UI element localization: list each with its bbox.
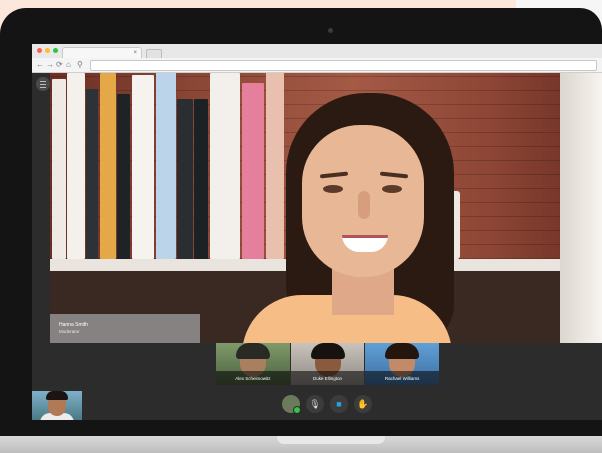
main-video[interactable]: Hanna Smith Moderator (50, 73, 602, 343)
browser-tab[interactable]: × (62, 47, 142, 58)
laptop-screen: × ← → ⟳ ⌂ ⚲ Hanna Smith Moderator Alex S… (32, 44, 602, 420)
reload-icon[interactable]: ⟳ (56, 59, 63, 71)
laptop-bezel: × ← → ⟳ ⌂ ⚲ Hanna Smith Moderator Alex S… (0, 8, 602, 436)
book (67, 73, 85, 259)
participant-name: Alex Scheimowitz (216, 371, 290, 385)
speaker-caption: Hanna Smith Moderator (50, 314, 200, 343)
speaker-name: Hanna Smith (59, 322, 88, 328)
book (266, 73, 284, 259)
book (117, 94, 130, 259)
speaker-eye (382, 185, 402, 193)
self-view-hair (46, 391, 68, 400)
book (156, 73, 176, 259)
book (86, 89, 98, 259)
tab-close-icon[interactable]: × (133, 50, 137, 56)
participant-tile[interactable]: Duke Ellington (290, 343, 365, 385)
participant-name: Duke Ellington (290, 371, 365, 385)
book (210, 73, 240, 259)
self-view-video[interactable] (32, 391, 82, 420)
browser-tab-bar: × (32, 44, 602, 59)
microphone-off-icon[interactable]: 🎙 (306, 395, 324, 413)
maximize-window-button[interactable] (53, 48, 58, 53)
hand-raise-icon[interactable]: ✋ (354, 395, 372, 413)
participant-hair (310, 343, 345, 359)
window-controls (37, 48, 58, 53)
book (242, 83, 264, 259)
shelf-upright (560, 73, 602, 343)
minimize-window-button[interactable] (45, 48, 50, 53)
address-bar[interactable] (90, 60, 597, 71)
participant-hair (236, 343, 270, 359)
participant-tile[interactable]: Alex Scheimowitz (216, 343, 290, 385)
laptop-notch (277, 436, 385, 444)
participant-hair (385, 343, 420, 359)
avatar-icon[interactable] (282, 395, 301, 414)
participant-strip: Alex Scheimowitz Duke Ellington Rachael … (216, 343, 440, 385)
home-icon[interactable]: ⌂ (66, 59, 71, 71)
speaker-nose (358, 191, 370, 219)
webcam-dot (328, 28, 333, 33)
book (100, 73, 116, 259)
participant-name: Rachael Williams (365, 371, 440, 385)
call-controls: 🎙 ■ ✋ (282, 395, 372, 414)
speaker-role: Moderator (59, 329, 80, 334)
video-call-app: Hanna Smith Moderator Alex Scheimowitz D… (32, 73, 602, 420)
menu-button[interactable] (36, 77, 50, 91)
back-arrow-icon[interactable]: ← (36, 59, 44, 71)
book (52, 79, 66, 259)
book (177, 99, 193, 259)
close-window-button[interactable] (37, 48, 42, 53)
speaker-eye (323, 185, 343, 193)
online-status-dot (293, 406, 301, 414)
browser-toolbar: ← → ⟳ ⌂ ⚲ (32, 58, 602, 73)
video-camera-icon[interactable]: ■ (330, 395, 348, 413)
book (132, 75, 154, 259)
forward-arrow-icon[interactable]: → (46, 59, 54, 71)
participant-tile[interactable]: Rachael Williams (365, 343, 440, 385)
search-icon[interactable]: ⚲ (77, 59, 83, 71)
book (194, 99, 208, 259)
